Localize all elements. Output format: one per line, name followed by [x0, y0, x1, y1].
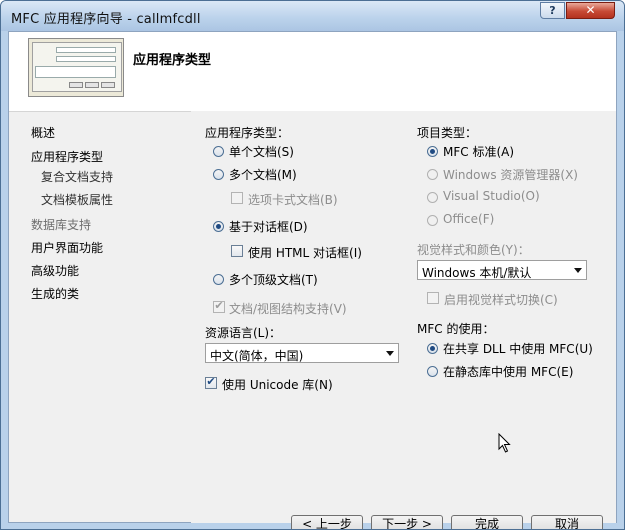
unicode-checkbox[interactable]: ✔: [205, 375, 217, 389]
mouse-cursor-icon: [498, 433, 511, 453]
help-button[interactable]: ?: [540, 2, 565, 19]
doc-view-label: 文档/视图结构支持(V): [229, 302, 347, 316]
nav-item-document-template[interactable]: 文档模板属性: [41, 191, 113, 208]
radio-office[interactable]: [427, 215, 438, 226]
check-mark-icon: ✔: [206, 375, 216, 388]
style-switch-checkbox[interactable]: [427, 292, 439, 304]
title-bar[interactable]: MFC 应用程序向导 - callmfcdll ? ✕: [1, 1, 624, 31]
project-type-label: 项目类型：: [417, 126, 478, 140]
office-label: Office(F): [443, 212, 495, 226]
html-dialog-checkbox[interactable]: [231, 245, 243, 257]
windows-explorer-label: Windows 资源管理器(X): [443, 168, 578, 182]
unicode-label[interactable]: 使用 Unicode 库(N): [222, 376, 333, 393]
html-dialog-label[interactable]: 使用 HTML 对话框(I): [248, 244, 362, 261]
visual-style-combo[interactable]: Windows 本机/默认: [417, 260, 587, 280]
visual-studio-label: Visual Studio(O): [443, 189, 540, 203]
radio-multiple-documents[interactable]: [213, 169, 224, 180]
visual-style-value: Windows 本机/默认: [422, 266, 532, 280]
shared-dll-label[interactable]: 在共享 DLL 中使用 MFC(U): [443, 340, 593, 357]
finish-button[interactable]: 完成: [451, 515, 523, 529]
back-button[interactable]: < 上一步: [291, 515, 363, 529]
static-library-label[interactable]: 在静态库中使用 MFC(E): [443, 363, 573, 380]
nav-item-advanced-features[interactable]: 高级功能: [31, 262, 79, 279]
doc-view-checkbox[interactable]: ✔: [213, 299, 225, 313]
nav-item-overview[interactable]: 概述: [31, 124, 55, 141]
style-switch-label: 启用视觉样式切换(C): [444, 293, 558, 307]
check-mark-icon: ✔: [214, 299, 224, 312]
radio-static-library[interactable]: [427, 366, 438, 377]
dialog-based-label[interactable]: 基于对话框(D): [229, 218, 308, 235]
page-title: 应用程序类型: [133, 53, 212, 68]
app-type-label: 应用程序类型：: [205, 126, 290, 140]
wizard-header: 应用程序类型: [9, 32, 616, 112]
resource-language-label: 资源语言(L)：: [205, 326, 282, 340]
radio-multiple-top-level[interactable]: [213, 274, 224, 285]
nav-item-application-type[interactable]: 应用程序类型: [31, 148, 103, 165]
mfc-use-label: MFC 的使用：: [417, 322, 495, 336]
resource-language-combo[interactable]: 中文(简体，中国): [205, 343, 399, 363]
radio-shared-dll[interactable]: [427, 343, 438, 354]
mfc-standard-label[interactable]: MFC 标准(A): [443, 143, 514, 160]
radio-visual-studio[interactable]: [427, 192, 438, 203]
dialog-preview-image: [28, 38, 124, 97]
cancel-button[interactable]: 取消: [531, 515, 603, 529]
chevron-down-icon: [574, 268, 582, 273]
radio-windows-explorer[interactable]: [427, 169, 438, 180]
nav-item-database-support[interactable]: 数据库支持: [31, 216, 91, 233]
dialog-client: 应用程序类型 概述 应用程序类型 复合文档支持 文档模板属性 数据库支持 用户界…: [8, 31, 617, 529]
wizard-window: MFC 应用程序向导 - callmfcdll ? ✕ 应用程序类型 概述 应用…: [0, 0, 625, 530]
window-title: MFC 应用程序向导 - callmfcdll: [11, 12, 201, 27]
nav-item-generated-classes[interactable]: 生成的类: [31, 285, 79, 302]
radio-dialog-based[interactable]: [213, 221, 224, 232]
visual-style-label: 视觉样式和颜色(Y)：: [417, 243, 530, 257]
radio-mfc-standard[interactable]: [427, 146, 438, 157]
nav-item-compound-document[interactable]: 复合文档支持: [41, 168, 113, 185]
multiple-documents-label[interactable]: 多个文档(M): [229, 166, 297, 183]
radio-single-document[interactable]: [213, 146, 224, 157]
multiple-top-level-label[interactable]: 多个顶级文档(T): [229, 271, 318, 288]
close-button[interactable]: ✕: [566, 2, 615, 19]
tabbed-documents-label: 选项卡式文档(B): [248, 193, 338, 207]
content-panel: 应用程序类型： 单个文档(S) 多个文档(M) 选项卡式文档(B) 基于对话框(…: [191, 111, 616, 523]
resource-language-value: 中文(简体，中国): [210, 349, 304, 363]
single-document-label[interactable]: 单个文档(S): [229, 143, 294, 160]
tabbed-documents-checkbox[interactable]: [231, 192, 243, 204]
next-button[interactable]: 下一步 >: [371, 515, 443, 529]
nav-item-ui-features[interactable]: 用户界面功能: [31, 239, 103, 256]
chevron-down-icon: [386, 351, 394, 356]
